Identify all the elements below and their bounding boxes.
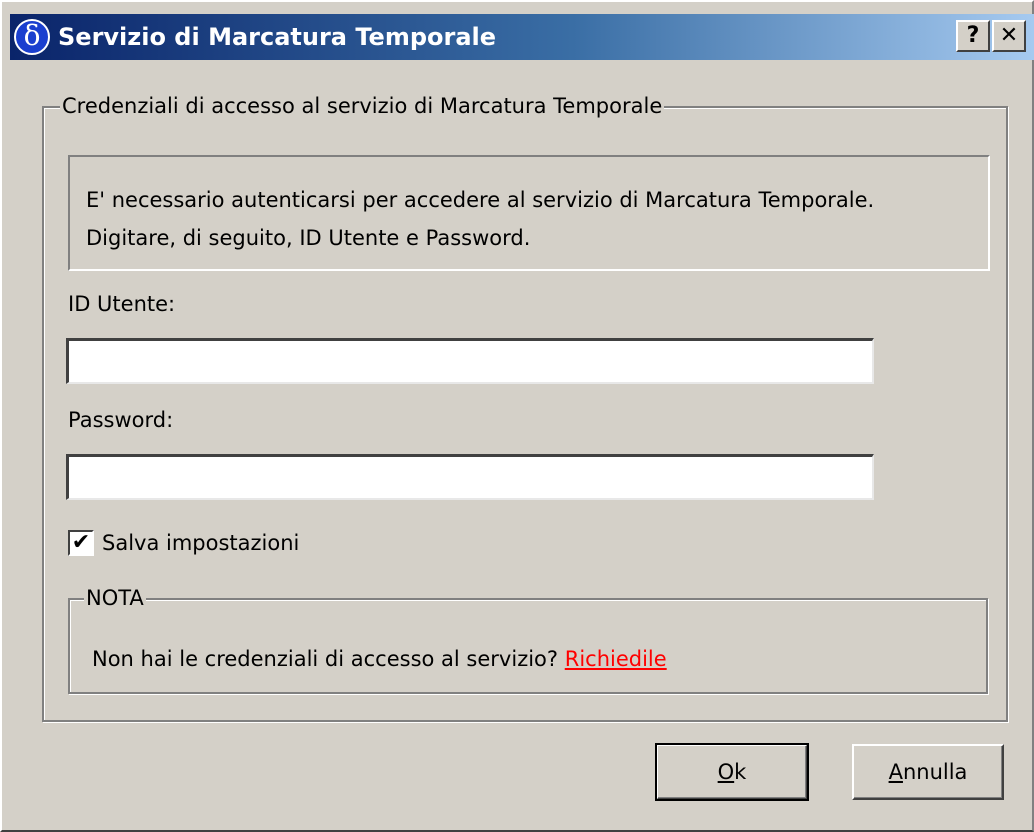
save-settings-row[interactable]: ✔ Salva impostazioni bbox=[68, 530, 299, 556]
window-title: Servizio di Marcatura Temporale bbox=[58, 23, 497, 51]
cancel-label-rest: nnulla bbox=[902, 760, 968, 784]
close-icon: ✕ bbox=[999, 23, 1019, 48]
note-groupbox: NOTA bbox=[68, 584, 988, 694]
title-buttons: ? ✕ bbox=[956, 20, 1026, 52]
request-credentials-link[interactable]: Richiedile bbox=[565, 647, 667, 671]
save-settings-label[interactable]: Salva impostazioni bbox=[102, 531, 299, 555]
cancel-mnemonic: A bbox=[888, 760, 903, 784]
dialog-window: δ Servizio di Marcatura Temporale ? ✕ Cr… bbox=[0, 0, 1034, 832]
checkmark-icon: ✔ bbox=[71, 530, 91, 555]
ok-mnemonic: O bbox=[717, 760, 735, 784]
credentials-legend: Credenziali di accesso al servizio di Ma… bbox=[60, 92, 665, 120]
user-id-label: ID Utente: bbox=[68, 292, 176, 316]
help-button[interactable]: ? bbox=[956, 20, 990, 52]
info-message-box: E' necessario autenticarsi per accedere … bbox=[68, 155, 990, 271]
user-id-input[interactable] bbox=[66, 338, 874, 384]
note-text: Non hai le credenziali di accesso al ser… bbox=[92, 647, 559, 671]
ok-button[interactable]: Ok bbox=[655, 743, 809, 801]
close-button[interactable]: ✕ bbox=[992, 20, 1026, 52]
note-legend: NOTA bbox=[84, 584, 146, 612]
cancel-button[interactable]: Annulla bbox=[852, 744, 1004, 800]
info-line-1: E' necessario autenticarsi per accedere … bbox=[86, 188, 875, 212]
delta-icon: δ bbox=[14, 19, 50, 55]
password-label: Password: bbox=[68, 408, 174, 432]
note-text-row: Non hai le credenziali di accesso al ser… bbox=[92, 647, 667, 671]
save-settings-checkbox[interactable]: ✔ bbox=[68, 530, 94, 556]
ok-label-rest: k bbox=[734, 760, 747, 784]
password-input[interactable] bbox=[66, 454, 874, 500]
title-bar[interactable]: δ Servizio di Marcatura Temporale ? ✕ bbox=[10, 14, 1034, 60]
info-line-2: Digitare, di seguito, ID Utente e Passwo… bbox=[86, 226, 531, 250]
